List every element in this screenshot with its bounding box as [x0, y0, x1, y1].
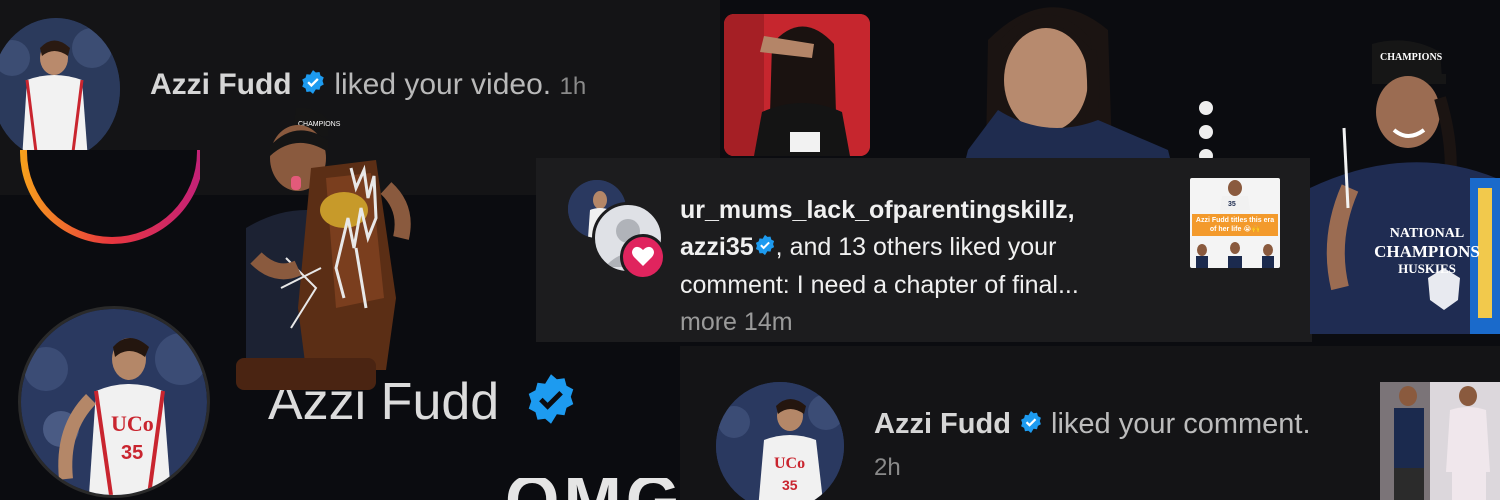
shirt-line-3: HUSKIES [1398, 261, 1456, 276]
verified-badge-icon [1019, 409, 1043, 442]
notification-time: 14m [743, 307, 793, 336]
svg-text:35: 35 [782, 477, 798, 493]
more-link[interactable]: more [680, 308, 737, 336]
jersey-number: 35 [121, 442, 143, 464]
heart-badge-icon [620, 234, 666, 280]
post-thumbnail[interactable]: 35 Azzi Fudd titles this era of her life… [1190, 178, 1280, 268]
notification-username[interactable]: Azzi Fudd [874, 408, 1011, 440]
notification-comment-like[interactable]: ur_mums_lack_ofparentingskillz, azzi35 , … [536, 158, 1312, 342]
profile-avatar[interactable]: UCo 35 [18, 306, 210, 498]
more-options-icon[interactable] [1196, 100, 1216, 163]
avatar-azzi-fudd[interactable]: UCo 35 [716, 382, 844, 500]
notification-comment-like-2[interactable]: UCo 35 Azzi Fudd liked your comment. 2h [680, 346, 1500, 500]
notification-time: 1h [559, 73, 587, 100]
story-ring-fragment [20, 150, 200, 245]
notification-summary: , and 13 others liked your [775, 233, 1057, 261]
thumbnail-red-photo[interactable] [724, 14, 870, 156]
notification-username[interactable]: Azzi Fudd [150, 68, 292, 101]
liker-username-1[interactable]: ur_mums_lack_ofparentingskillz, [680, 196, 1075, 224]
svg-text:35: 35 [1228, 201, 1236, 208]
thumbnail-caption: Azzi Fudd titles this era of her life 😭🙌 [1192, 214, 1278, 236]
comment-preview: comment: I need a chapter of final... [680, 270, 1079, 299]
partial-caption: OMG [505, 478, 684, 500]
trophy-photo: CHAMPIONS [236, 108, 416, 390]
notification-action: liked your video. [334, 68, 552, 101]
shirt-line-1: NATIONAL [1389, 226, 1465, 241]
hat-text: CHAMPIONS [1380, 52, 1443, 63]
champions-photo: CHAMPIONS NATIONAL CHAMPIONS HUSKIES [1310, 38, 1500, 334]
notification-action: liked your comment. [1051, 408, 1311, 440]
verified-badge-icon [300, 69, 326, 103]
avatar-azzi-fudd[interactable] [0, 18, 120, 160]
liker-username-2[interactable]: azzi35 [680, 233, 754, 261]
post-thumbnail[interactable] [1380, 382, 1500, 500]
svg-text:UCo: UCo [774, 455, 805, 472]
jersey-team: UCo [111, 411, 154, 436]
shirt-line-2: CHAMPIONS [1374, 242, 1480, 261]
verified-badge-icon [524, 372, 578, 439]
verified-badge-icon [754, 230, 776, 267]
notification-time: 2h [874, 454, 901, 481]
